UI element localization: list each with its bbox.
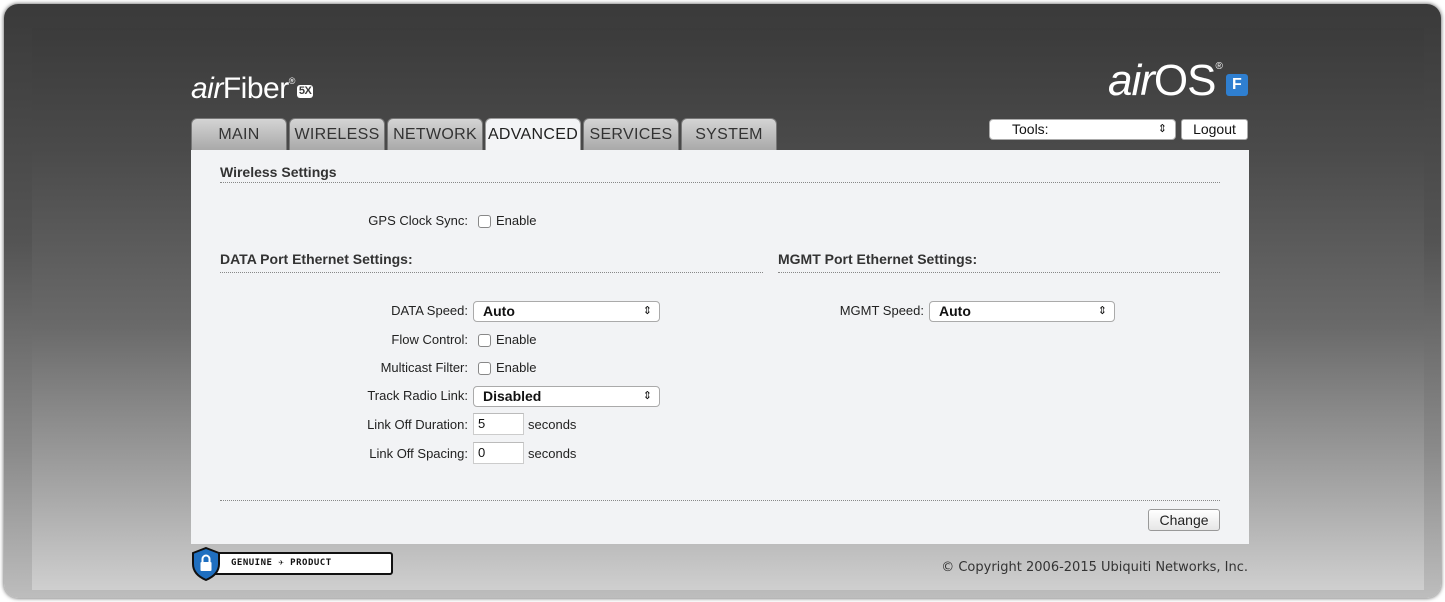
- select-arrows-icon: ⇕: [642, 390, 652, 402]
- track-radio-link-label: Track Radio Link:: [367, 388, 468, 403]
- select-arrows-icon: ⇕: [642, 305, 652, 317]
- change-button[interactable]: Change: [1148, 509, 1220, 531]
- main-tabs: MAIN WIRELESS NETWORK ADVANCED SERVICES …: [191, 118, 779, 150]
- tab-main[interactable]: MAIN: [191, 118, 287, 150]
- lock-shield-icon: [192, 547, 220, 581]
- data-speed-select[interactable]: Auto ⇕: [473, 301, 660, 322]
- multicast-enable-text: Enable: [496, 360, 537, 375]
- genuine-product-badge: GENUINE ✈ PRODUCT: [191, 547, 396, 581]
- link-off-spacing-label: Link Off Spacing:: [369, 446, 468, 461]
- tab-network[interactable]: NETWORK: [387, 118, 483, 150]
- link-off-spacing-unit: seconds: [528, 446, 577, 461]
- gps-clock-sync-checkbox[interactable]: [478, 215, 491, 228]
- flow-control-label: Flow Control:: [391, 332, 468, 347]
- divider: [220, 500, 1220, 501]
- mgmt-speed-select[interactable]: Auto ⇕: [929, 301, 1115, 322]
- tools-select[interactable]: Tools: ⇕: [989, 119, 1176, 140]
- link-off-duration-unit: seconds: [528, 417, 577, 432]
- data-speed-label: DATA Speed:: [391, 303, 468, 318]
- divider: [220, 182, 1220, 183]
- gps-clock-sync-label: GPS Clock Sync:: [368, 213, 468, 228]
- select-arrows-icon: ⇕: [1157, 123, 1167, 135]
- mgmt-speed-label: MGMT Speed:: [839, 303, 924, 318]
- link-off-duration-input[interactable]: 5: [473, 413, 524, 435]
- tab-advanced[interactable]: ADVANCED: [485, 118, 581, 150]
- settings-panel: Wireless Settings GPS Clock Sync: Enable…: [191, 150, 1249, 544]
- flow-control-checkbox[interactable]: [478, 334, 491, 347]
- model-badge: 5X: [296, 85, 314, 98]
- wireless-settings-title: Wireless Settings: [220, 164, 337, 180]
- airos-logo: airOS®F: [1108, 56, 1248, 106]
- divider: [220, 272, 763, 273]
- divider: [778, 272, 1220, 273]
- mgmt-port-title: MGMT Port Ethernet Settings:: [778, 251, 978, 267]
- flow-control-enable-text: Enable: [496, 332, 537, 347]
- airfiber-logo: airFiber®5X: [191, 72, 314, 105]
- track-radio-link-select[interactable]: Disabled ⇕: [473, 386, 660, 407]
- airos-f-badge: F: [1225, 74, 1248, 96]
- link-off-duration-label: Link Off Duration:: [367, 417, 468, 432]
- multicast-filter-checkbox[interactable]: [478, 362, 491, 375]
- select-arrows-icon: ⇕: [1097, 305, 1107, 317]
- multicast-filter-label: Multicast Filter:: [380, 360, 468, 375]
- tab-services[interactable]: SERVICES: [583, 118, 679, 150]
- link-off-spacing-input[interactable]: 0: [473, 442, 524, 464]
- gps-enable-text: Enable: [496, 213, 537, 228]
- tab-system[interactable]: SYSTEM: [681, 118, 777, 150]
- logout-button[interactable]: Logout: [1181, 119, 1248, 140]
- copyright-text: © Copyright 2006-2015 Ubiquiti Networks,…: [941, 560, 1248, 575]
- data-port-title: DATA Port Ethernet Settings:: [220, 251, 413, 267]
- tab-wireless[interactable]: WIRELESS: [289, 118, 385, 150]
